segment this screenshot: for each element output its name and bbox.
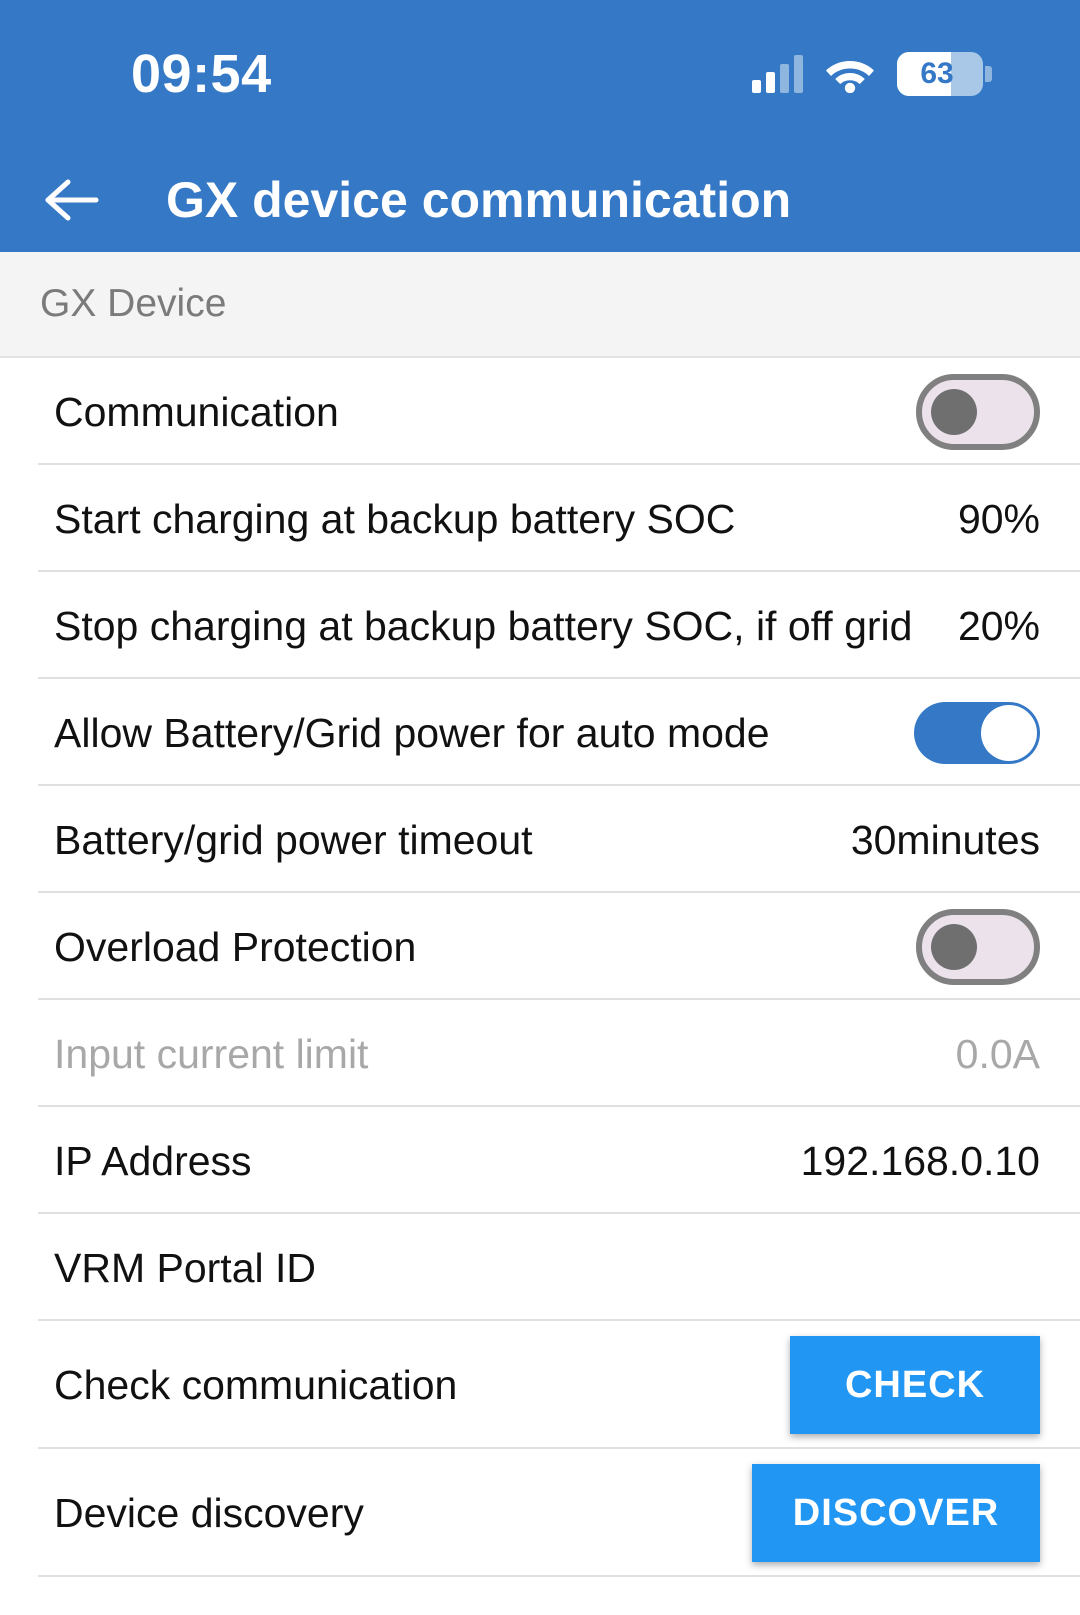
gx-device-communication-screen: 09:54 63 GX device communication GX Devi… <box>0 0 1080 1615</box>
list-item-label: VRM Portal ID <box>54 1244 316 1291</box>
list-item-label: Allow Battery/Grid power for auto mode <box>54 709 770 756</box>
list-item-label: IP Address <box>54 1137 252 1184</box>
list-item-value: 90% <box>957 495 1040 542</box>
status-bar-clock: 09:54 <box>131 44 272 104</box>
list-item-label: Communication <box>54 388 339 435</box>
check-button[interactable]: CHECK <box>790 1336 1040 1434</box>
wifi-icon <box>825 55 875 93</box>
list-item-label: Overload Protection <box>54 923 417 970</box>
list-item-label: Start charging at backup battery SOC <box>54 495 736 542</box>
app-bar: 09:54 63 GX device communication <box>0 0 1080 252</box>
battery-level-label: 63 <box>920 57 954 90</box>
list-item-start-charging-soc[interactable]: Start charging at backup battery SOC 90% <box>0 465 1080 572</box>
signal-bars-icon <box>752 55 803 93</box>
list-item-input-current-limit: Input current limit 0.0A <box>0 1000 1080 1107</box>
status-bar: 09:54 63 <box>0 0 1080 148</box>
list-item-label: Check communication <box>54 1362 458 1408</box>
list-item-device-discovery: Device discovery DISCOVER <box>0 1449 1080 1577</box>
allow-battery-grid-power-toggle[interactable] <box>914 701 1040 764</box>
battery-icon: 63 <box>897 52 992 96</box>
discover-button[interactable]: DISCOVER <box>752 1464 1040 1562</box>
list-item-label: Device discovery <box>54 1490 364 1536</box>
list-item-vrm-portal-id[interactable]: VRM Portal ID <box>0 1214 1080 1321</box>
list-item-allow-battery-grid-power[interactable]: Allow Battery/Grid power for auto mode <box>0 679 1080 786</box>
page-title: GX device communication <box>166 172 792 228</box>
list-item-label: Battery/grid power timeout <box>54 816 533 863</box>
list-item-value: 0.0A <box>955 1030 1040 1077</box>
section-header-label: GX Device <box>40 282 227 325</box>
title-bar: GX device communication <box>0 148 1080 252</box>
status-bar-icons: 63 <box>752 46 992 102</box>
list-item-ip-address[interactable]: IP Address 192.168.0.10 <box>0 1107 1080 1214</box>
list-item-value: 20% <box>957 602 1040 649</box>
list-item-value: 192.168.0.10 <box>800 1137 1040 1184</box>
section-header-gx-device: GX Device <box>0 252 1080 358</box>
list-item-communication[interactable]: Communication <box>0 358 1080 465</box>
communication-toggle[interactable] <box>916 373 1040 450</box>
back-arrow-icon[interactable] <box>40 168 104 232</box>
list-item-overload-protection[interactable]: Overload Protection <box>0 893 1080 1000</box>
list-item-stop-charging-soc[interactable]: Stop charging at backup battery SOC, if … <box>0 572 1080 679</box>
list-item-battery-grid-power-timeout[interactable]: Battery/grid power timeout 30minutes <box>0 786 1080 893</box>
list-item-value: 30minutes <box>850 816 1040 863</box>
overload-protection-toggle[interactable] <box>916 908 1040 985</box>
list-item-label: Stop charging at backup battery SOC, if … <box>54 602 913 649</box>
list-item-check-communication: Check communication CHECK <box>0 1321 1080 1449</box>
settings-list: Communication Start charging at backup b… <box>0 358 1080 1577</box>
list-item-label: Input current limit <box>54 1030 369 1077</box>
